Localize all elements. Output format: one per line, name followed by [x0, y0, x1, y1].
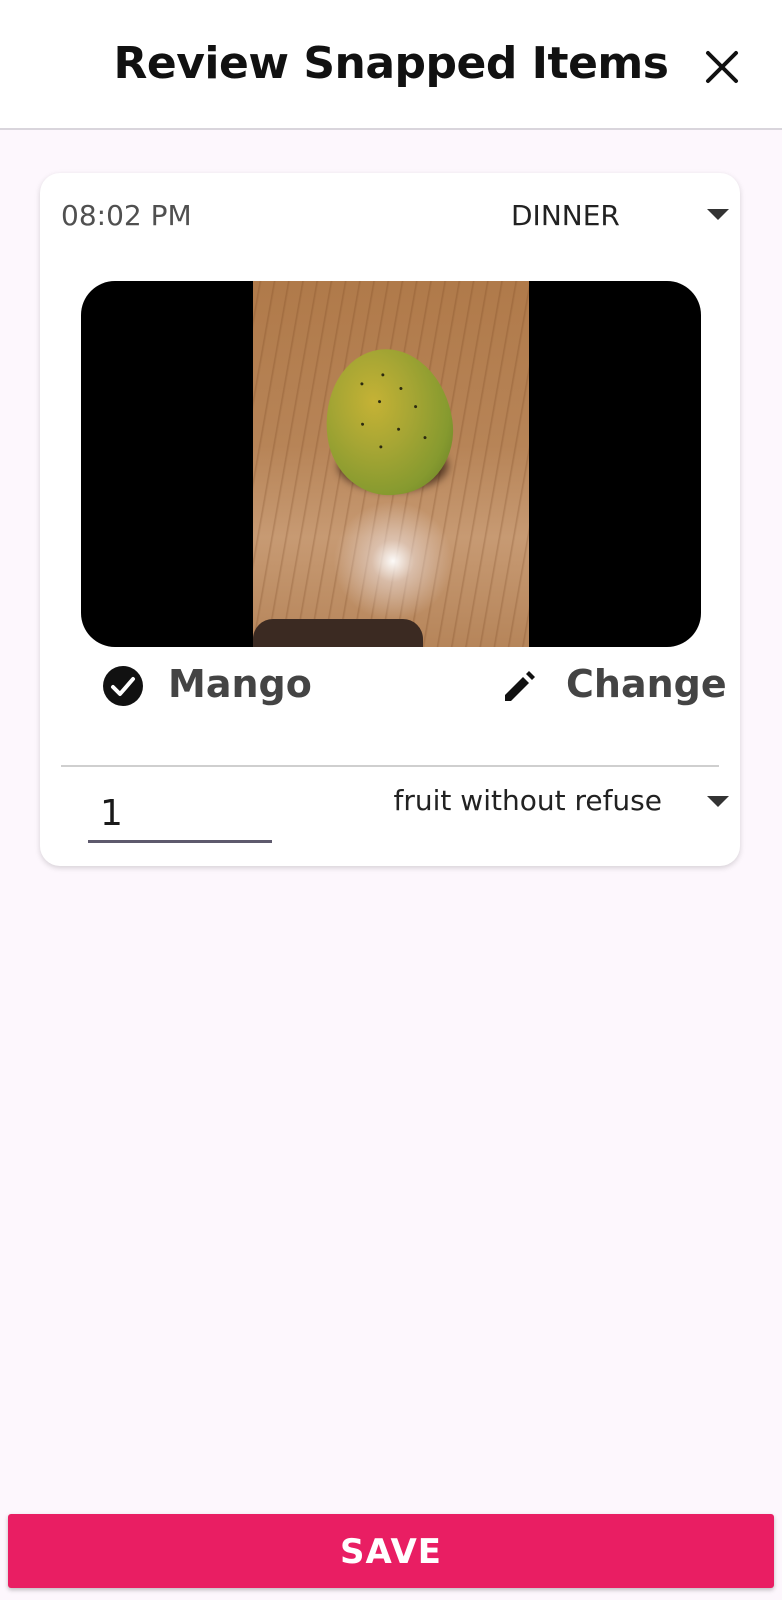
divider	[61, 765, 719, 767]
unit-value: fruit without refuse	[393, 784, 662, 817]
food-photo-image	[253, 281, 529, 647]
pencil-icon	[505, 671, 535, 701]
check-circle-icon	[103, 666, 143, 706]
meal-type-value: DINNER	[511, 199, 620, 232]
quantity-value: 1	[100, 793, 123, 834]
food-name: Mango	[168, 662, 312, 706]
chevron-down-icon	[707, 796, 729, 807]
food-photo	[81, 281, 701, 647]
close-icon	[706, 51, 738, 83]
change-food-button[interactable]: Change	[495, 655, 735, 715]
unit-dropdown[interactable]: fruit without refuse	[350, 778, 730, 828]
app-bar: Review Snapped Items	[0, 0, 782, 130]
quantity-input[interactable]: 1	[88, 785, 272, 843]
chevron-down-icon	[707, 209, 729, 220]
recognized-food-row: Mango Change	[40, 651, 740, 721]
entry-time: 08:02 PM	[61, 199, 192, 232]
change-label: Change	[566, 662, 727, 706]
save-button[interactable]: SAVE	[8, 1514, 774, 1588]
snapped-item-card: 08:02 PM DINNER Mango Change 1 fruit wit…	[40, 173, 740, 866]
save-label: SAVE	[339, 1532, 443, 1572]
close-button[interactable]	[700, 45, 744, 89]
meal-type-dropdown[interactable]: DINNER	[450, 193, 730, 241]
page-title: Review Snapped Items	[113, 38, 669, 89]
